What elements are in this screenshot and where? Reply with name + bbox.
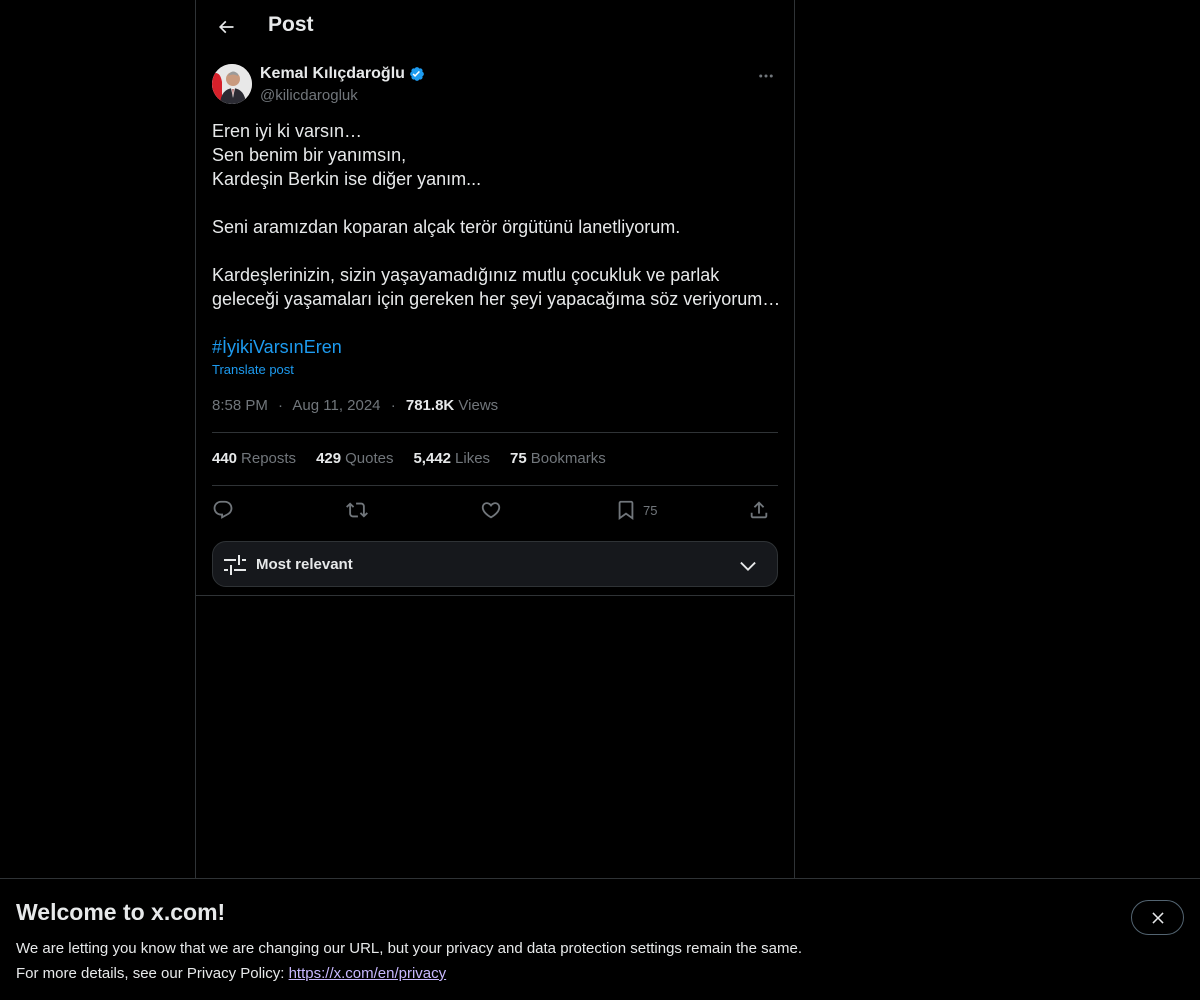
more-dots-icon <box>759 74 773 78</box>
banner-line: For more details, see our Privacy Policy… <box>16 961 802 986</box>
reply-icon <box>213 500 233 519</box>
action-bar: 75 <box>212 497 778 523</box>
heart-icon <box>481 502 501 519</box>
stat-label: Likes <box>455 450 491 467</box>
replies-sort-dropdown[interactable]: Most relevant <box>212 541 778 587</box>
stat-reposts[interactable]: 440 Reposts <box>212 450 296 467</box>
post-column: Post Kemal Kılıçdaroğlu @kilicdarogluk E… <box>195 0 795 878</box>
verified-badge-icon <box>408 65 426 83</box>
post-time[interactable]: 8:58 PM <box>212 397 268 414</box>
bookmark-icon <box>618 500 634 521</box>
banner-title: Welcome to x.com! <box>16 899 226 925</box>
post-text-line: Kardeşin Berkin ise diğer yanım... <box>212 169 482 189</box>
share-button[interactable] <box>748 497 770 523</box>
avatar[interactable] <box>212 64 252 104</box>
banner-line: We are letting you know that we are chan… <box>16 940 802 957</box>
stat-label: Quotes <box>345 450 394 467</box>
close-banner-button[interactable] <box>1131 900 1184 935</box>
post-meta: 8:58 PM · Aug 11, 2024 · 781.8K Views <box>212 397 498 414</box>
stat-count: 5,442 <box>413 450 452 467</box>
stat-count: 440 <box>212 450 238 467</box>
bookmark-button[interactable]: 75 <box>615 497 657 523</box>
share-icon <box>750 501 768 519</box>
divider <box>196 595 794 596</box>
welcome-banner: Welcome to x.com! We are letting you kno… <box>0 878 1200 1000</box>
post-header: Post <box>196 0 794 54</box>
divider <box>212 485 778 486</box>
stat-count: 75 <box>510 450 527 467</box>
stat-quotes[interactable]: 429 Quotes <box>316 450 393 467</box>
post-text-line: Seni aramızdan koparan alçak terör örgüt… <box>212 217 681 237</box>
reply-button[interactable] <box>212 497 234 523</box>
back-button[interactable] <box>208 9 244 45</box>
stat-likes[interactable]: 5,442 Likes <box>413 450 490 467</box>
banner-text: We are letting you know that we are chan… <box>16 936 802 986</box>
privacy-policy-link[interactable]: https://x.com/en/privacy <box>289 965 447 982</box>
author-handle[interactable]: @kilicdarogluk <box>260 87 358 104</box>
stat-count: 429 <box>316 450 342 467</box>
repost-icon <box>346 502 368 518</box>
sort-label: Most relevant <box>256 556 353 573</box>
post-stats: 440 Reposts 429 Quotes 5,442 Likes 75 Bookma… <box>212 450 626 467</box>
meta-separator: · <box>390 397 396 414</box>
divider <box>212 432 778 433</box>
author-name[interactable]: Kemal Kılıçdaroğlu <box>260 65 426 83</box>
stat-bookmarks[interactable]: 75 Bookmarks <box>510 450 606 467</box>
author-name-text: Kemal Kılıçdaroğlu <box>260 65 405 82</box>
views-label: Views <box>458 397 499 414</box>
translate-post-link[interactable]: Translate post <box>212 362 294 377</box>
post-date[interactable]: Aug 11, 2024 <box>292 397 380 414</box>
banner-line-prefix: For more details, see our Privacy Policy… <box>16 965 289 982</box>
page-title: Post <box>268 13 314 36</box>
post-text: Eren iyi ki varsın… Sen benim bir yanıms… <box>212 119 781 311</box>
stat-label: Bookmarks <box>530 450 606 467</box>
meta-separator: · <box>278 397 284 414</box>
repost-button[interactable] <box>346 497 368 523</box>
arrow-left-icon <box>218 20 234 34</box>
like-button[interactable] <box>480 497 502 523</box>
hashtag-link[interactable]: #İyikiVarsınEren <box>212 335 342 359</box>
bookmark-count: 75 <box>643 502 658 518</box>
post-text-line <box>212 239 778 263</box>
post-text-line: Eren iyi ki varsın… <box>212 121 363 141</box>
post-text-line <box>212 191 778 215</box>
more-options-button[interactable] <box>754 64 778 88</box>
post-text-line: Kardeşlerinizin, sizin yaşayamadığınız m… <box>212 265 720 285</box>
views-count: 781.8K <box>405 397 455 414</box>
post-text-line: geleceği yaşamaları için gereken her şey… <box>212 289 781 309</box>
chevron-down-icon <box>740 561 756 571</box>
avatar-image <box>212 64 252 104</box>
sliders-icon <box>224 555 246 575</box>
author-row: Kemal Kılıçdaroğlu @kilicdarogluk <box>212 64 778 106</box>
stat-label: Reposts <box>241 450 297 467</box>
post-text-line: Sen benim bir yanımsın, <box>212 145 407 165</box>
close-icon <box>1151 911 1164 924</box>
